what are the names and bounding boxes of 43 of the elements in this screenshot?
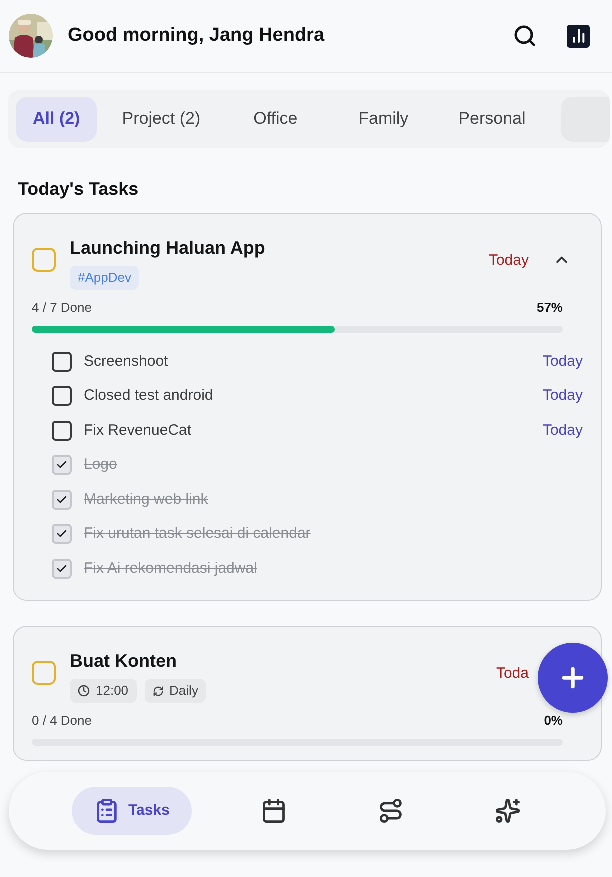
checkbox[interactable] [32, 248, 56, 272]
tag: 12:00 [70, 679, 137, 703]
category-tab[interactable]: Family [334, 96, 434, 142]
search-icon[interactable] [513, 24, 537, 48]
calendar-icon [260, 798, 287, 824]
progress-percent: 57% [536, 299, 563, 317]
clock-icon [78, 685, 90, 697]
subtask-title: Fix urutan task selesai di calendar [84, 524, 311, 544]
due-date: Today [542, 420, 583, 440]
greeting: Good morning, Jang Hendra [68, 24, 325, 48]
subtask-title: Screenshoot [84, 352, 168, 372]
route-icon [378, 798, 404, 824]
category-tab[interactable]: Personal [442, 96, 543, 142]
category-tab[interactable]: Project (2) [105, 96, 218, 142]
task-title: Launching Haluan App [70, 237, 266, 260]
subtask-title: Marketing web link [84, 490, 208, 510]
checkbox[interactable] [32, 661, 56, 685]
checkbox[interactable] [52, 352, 72, 372]
checkbox[interactable] [52, 386, 72, 406]
tag: Daily [144, 679, 206, 703]
category-tab[interactable]: Office [226, 96, 326, 142]
tag: #AppDev [70, 266, 140, 290]
due-date: Today [542, 352, 583, 372]
due-date: Today [542, 386, 583, 406]
progress-text: 4 / 7 Done [32, 299, 92, 317]
due-date: Toda [496, 664, 529, 684]
nav-tab[interactable]: Tasks [72, 787, 192, 835]
section-title: Today's Tasks [18, 178, 140, 201]
check-icon [56, 562, 68, 575]
progress-percent: 0% [544, 712, 563, 730]
checkbox[interactable] [52, 420, 72, 441]
subtask-title: Logo [84, 455, 118, 475]
category-tab[interactable]: All (2) [16, 96, 98, 142]
subtask-title: Fix Ai rekomendasi jadwal [84, 558, 258, 578]
progress-text: 0 / 4 Done [32, 712, 92, 730]
check-icon [56, 494, 68, 506]
chart-icon[interactable] [567, 24, 590, 48]
task-title: Buat Konten [70, 650, 178, 673]
sparkles-icon [494, 798, 521, 824]
subtask-title: Closed test android [84, 386, 214, 406]
repeat-icon [152, 686, 164, 696]
subtask-title: Fix RevenueCat [84, 420, 192, 440]
due-date: Today [488, 251, 529, 271]
